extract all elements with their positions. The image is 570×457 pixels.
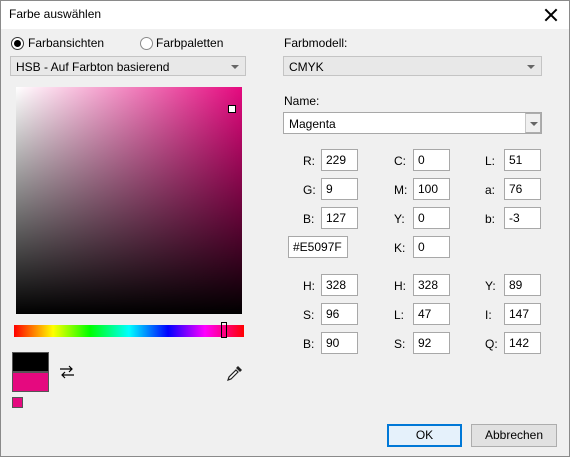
eyedropper-icon[interactable] (225, 363, 245, 383)
hue-slider[interactable] (14, 325, 244, 337)
color-model-label: Farbmodell: (284, 36, 348, 50)
color-picker-dialog: Farbe auswählen Farbansichten Farbpalett… (0, 0, 570, 457)
y-field[interactable]: 0 (413, 207, 450, 229)
hls-l-label: L: (394, 308, 405, 322)
yiq-i-label: I: (485, 308, 492, 322)
yiq-q-field[interactable]: 142 (504, 332, 541, 354)
radio-color-views[interactable] (11, 37, 24, 50)
hls-s-field[interactable]: 92 (413, 332, 450, 354)
k-field[interactable]: 0 (413, 236, 450, 258)
view-mode-select[interactable]: HSB - Auf Farbton basierend (10, 56, 246, 76)
yiq-y-label: Y: (485, 279, 496, 293)
close-icon[interactable] (541, 5, 561, 25)
lab-a-field[interactable]: 76 (504, 178, 541, 200)
hls-l-field[interactable]: 47 (413, 303, 450, 325)
hsb-b-label: B: (303, 337, 315, 351)
lab-a-label: a: (485, 183, 496, 197)
hls-s-label: S: (394, 337, 406, 351)
hsb-h-label: H: (303, 279, 315, 293)
r-field[interactable]: 229 (321, 149, 358, 171)
b-label: B: (303, 212, 315, 226)
c-field[interactable]: 0 (413, 149, 450, 171)
k-label: K: (394, 241, 406, 255)
color-model-value: CMYK (289, 60, 324, 74)
color-preview-chip (12, 397, 23, 408)
hex-field[interactable]: #E5097F (288, 236, 348, 258)
chevron-down-icon[interactable] (525, 113, 541, 133)
hsb-s-field[interactable]: 96 (321, 303, 358, 325)
yiq-q-label: Q: (485, 337, 498, 351)
hsb-h-field[interactable]: 328 (321, 274, 358, 296)
color-name-value: Magenta (289, 117, 336, 131)
yiq-y-field[interactable]: 89 (504, 274, 541, 296)
lab-l-label: L: (485, 154, 496, 168)
name-label: Name: (284, 94, 320, 108)
color-model-select[interactable]: CMYK (283, 56, 542, 76)
g-label: G: (303, 183, 316, 197)
dialog-title: Farbe auswählen (9, 7, 102, 21)
radio-palettes-label[interactable]: Farbpaletten (156, 36, 223, 50)
y-label: Y: (394, 212, 405, 226)
previous-color-swatch (12, 352, 49, 372)
swap-arrows-icon[interactable] (57, 363, 77, 381)
b-field[interactable]: 127 (321, 207, 358, 229)
saturation-brightness-field[interactable] (16, 87, 242, 314)
hue-slider-handle[interactable] (221, 322, 227, 338)
chevron-down-icon (231, 65, 239, 69)
cancel-button[interactable]: Abbrechen (471, 424, 557, 447)
hsb-s-label: S: (303, 308, 315, 322)
radio-palettes[interactable] (140, 37, 153, 50)
chevron-down-icon (527, 65, 535, 69)
radio-color-views-label[interactable]: Farbansichten (28, 36, 104, 50)
lab-l-field[interactable]: 51 (504, 149, 541, 171)
new-color-swatch (12, 372, 49, 392)
yiq-i-field[interactable]: 147 (504, 303, 541, 325)
hsb-b-field[interactable]: 90 (321, 332, 358, 354)
g-field[interactable]: 9 (321, 178, 358, 200)
c-label: C: (394, 154, 406, 168)
hls-h-field[interactable]: 328 (413, 274, 450, 296)
m-field[interactable]: 100 (413, 178, 450, 200)
r-label: R: (303, 154, 315, 168)
color-name-select[interactable]: Magenta (283, 112, 542, 134)
hls-h-label: H: (394, 279, 406, 293)
lab-b-field[interactable]: -3 (504, 207, 541, 229)
ok-button[interactable]: OK (387, 424, 462, 447)
lab-b-label: b: (485, 212, 496, 226)
color-field-marker[interactable] (228, 105, 236, 113)
view-mode-value: HSB - Auf Farbton basierend (16, 60, 170, 74)
title-bar: Farbe auswählen (1, 1, 569, 29)
m-label: M: (394, 183, 408, 197)
